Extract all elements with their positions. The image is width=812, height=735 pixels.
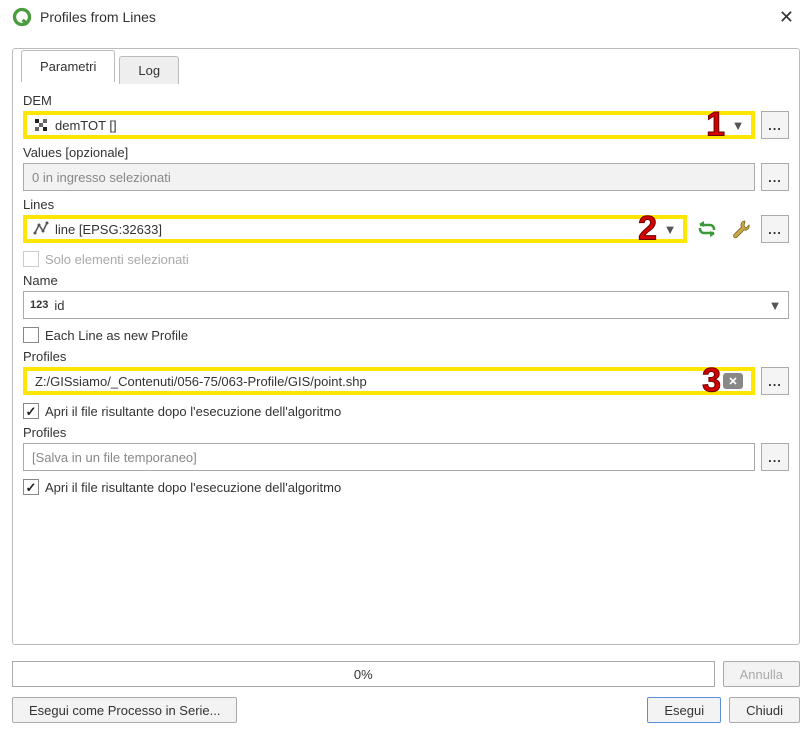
each-line-row: Each Line as new Profile [23, 327, 789, 343]
progress-bar: 0% [12, 661, 715, 687]
close-button[interactable]: ✕ [773, 4, 800, 30]
cancel-button[interactable]: Annulla [723, 661, 800, 687]
selection-only-row: Solo elementi selezionati [23, 251, 789, 267]
main-panel: Parametri Log DEM demTOT [] 1 ▼ ... Valu… [12, 48, 800, 645]
each-line-checkbox[interactable] [23, 327, 39, 343]
wrench-icon [729, 217, 753, 241]
close-button[interactable]: Chiudi [729, 697, 800, 723]
profiles2-browse-button[interactable]: ... [761, 443, 789, 471]
titlebar: Profiles from Lines ✕ [0, 0, 812, 34]
line-layer-icon [33, 221, 49, 237]
iterate-icon [695, 217, 719, 241]
lines-value: line [EPSG:32633] [53, 222, 663, 237]
dem-value: demTOT [] [53, 118, 731, 133]
tab-log[interactable]: Log [119, 56, 179, 84]
lines-label: Lines [23, 197, 789, 212]
profiles1-value: Z:/GISsiamo/_Contenuti/056-75/063-Profil… [35, 374, 719, 389]
selection-only-checkbox [23, 251, 39, 267]
annotation-1: 1 [706, 106, 725, 145]
values-label: Values [opzionale] [23, 145, 789, 160]
profiles1-label: Profiles [23, 349, 789, 364]
values-placeholder: 0 in ingresso selezionati [32, 170, 171, 185]
raster-layer-icon [33, 117, 49, 133]
name-prefix: 123 [30, 299, 48, 311]
name-label: Name [23, 273, 789, 288]
open-after1-checkbox[interactable] [23, 403, 39, 419]
name-value: id [52, 298, 768, 313]
annotation-2: 2 [638, 210, 657, 249]
open-after2-label: Apri il file risultante dopo l'esecuzion… [45, 480, 341, 495]
progress-text: 0% [354, 667, 373, 682]
profiles2-label: Profiles [23, 425, 789, 440]
chevron-down-icon: ▼ [731, 118, 745, 133]
run-button[interactable]: Esegui [647, 697, 721, 723]
selection-only-label: Solo elementi selezionati [45, 252, 189, 267]
dem-browse-button[interactable]: ... [761, 111, 789, 139]
dem-label: DEM [23, 93, 789, 108]
lines-browse-button[interactable]: ... [761, 215, 789, 243]
values-browse-button[interactable]: ... [761, 163, 789, 191]
footer: 0% Annulla Esegui come Processo in Serie… [12, 661, 800, 723]
profiles2-input[interactable]: [Salva in un file temporaneo] [23, 443, 755, 471]
lines-combo[interactable]: line [EPSG:32633] 2 ▼ [23, 215, 687, 243]
open-after2-row: Apri il file risultante dopo l'esecuzion… [23, 479, 789, 495]
clear-icon [728, 376, 738, 386]
open-after1-row: Apri il file risultante dopo l'esecuzion… [23, 403, 789, 419]
profiles2-placeholder: [Salva in un file temporaneo] [32, 450, 197, 465]
chevron-down-icon: ▼ [768, 298, 782, 313]
each-line-label: Each Line as new Profile [45, 328, 188, 343]
name-combo[interactable]: 123 id ▼ [23, 291, 789, 319]
window-title: Profiles from Lines [40, 9, 773, 25]
batch-button[interactable]: Esegui come Processo in Serie... [12, 697, 237, 723]
open-after2-checkbox[interactable] [23, 479, 39, 495]
clear-input-button[interactable] [723, 373, 743, 389]
values-input[interactable]: 0 in ingresso selezionati [23, 163, 755, 191]
qgis-logo-icon [12, 7, 32, 27]
form-area: DEM demTOT [] 1 ▼ ... Values [opzionale]… [21, 83, 791, 499]
annotation-3: 3 [702, 362, 721, 401]
open-after1-label: Apri il file risultante dopo l'esecuzion… [45, 404, 341, 419]
chevron-down-icon: ▼ [663, 222, 677, 237]
profiles1-browse-button[interactable]: ... [761, 367, 789, 395]
iterate-button[interactable] [693, 215, 721, 243]
tab-parametri[interactable]: Parametri [21, 50, 115, 82]
tab-strip: Parametri Log [21, 48, 791, 82]
profiles1-input[interactable]: Z:/GISsiamo/_Contenuti/056-75/063-Profil… [23, 367, 755, 395]
dem-combo[interactable]: demTOT [] 1 ▼ [23, 111, 755, 139]
settings-button[interactable] [727, 215, 755, 243]
